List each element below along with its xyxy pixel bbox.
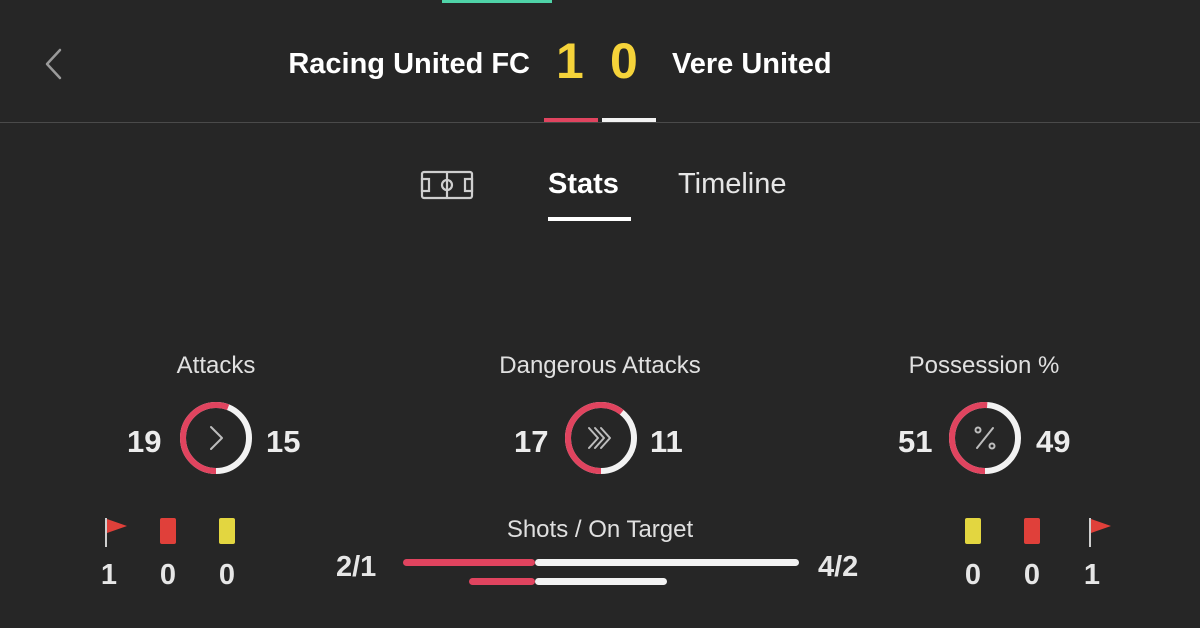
active-tab-indicator — [548, 217, 631, 221]
dangerous-attacks-away-value: 11 — [650, 424, 683, 459]
shots-home-value: 2/1 — [336, 551, 377, 583]
percent-icon — [974, 426, 996, 450]
chevron-left-icon — [45, 48, 62, 80]
tab-stats[interactable]: Stats — [548, 166, 619, 202]
triple-chevron-icon — [588, 427, 611, 449]
home-red-cards-value: 0 — [159, 559, 177, 591]
red-card-icon — [1024, 518, 1040, 544]
possession-ring — [949, 402, 1021, 474]
possession-home-value: 51 — [898, 424, 933, 459]
dangerous-attacks-title: Dangerous Attacks — [499, 352, 701, 379]
yellow-card-icon — [219, 518, 235, 544]
top-accent-bar — [442, 0, 552, 3]
shots-total-away-fill — [535, 559, 799, 566]
attacks-title: Attacks — [176, 352, 256, 379]
shots-total-home-fill — [403, 559, 535, 566]
shots-on-target-away-fill — [535, 578, 667, 585]
shots-title: Shots / On Target — [506, 516, 694, 543]
header-divider — [0, 122, 1200, 123]
dangerous-attacks-home-value: 17 — [514, 424, 549, 459]
corner-flag-icon — [1089, 518, 1111, 547]
possession-away-value: 49 — [1036, 424, 1071, 459]
home-corners-value: 1 — [100, 559, 118, 591]
tab-timeline[interactable]: Timeline — [678, 166, 787, 202]
home-score: 1 — [556, 33, 584, 89]
shots-away-value: 4/2 — [818, 551, 859, 583]
attacks-home-value: 19 — [127, 424, 162, 459]
away-team-name: Vere United — [672, 48, 832, 80]
pitch-icon — [420, 170, 474, 200]
shots-total-bar — [403, 559, 799, 566]
away-corners-value: 1 — [1083, 559, 1101, 591]
possession-title: Possession % — [908, 352, 1060, 379]
corner-flag-icon — [105, 518, 127, 547]
back-button[interactable] — [40, 44, 70, 84]
away-score: 0 — [610, 33, 638, 89]
away-yellow-cards-value: 0 — [964, 559, 982, 591]
red-card-icon — [160, 518, 176, 544]
shots-on-target-bar — [469, 578, 667, 585]
dangerous-attacks-ring — [565, 402, 637, 474]
tab-pitch[interactable] — [420, 170, 474, 205]
home-team-name: Racing United FC — [288, 48, 530, 80]
yellow-card-icon — [965, 518, 981, 544]
attacks-away-value: 15 — [266, 424, 301, 459]
away-red-cards-value: 0 — [1023, 559, 1041, 591]
attacks-ring — [180, 402, 252, 474]
shots-on-target-home-fill — [469, 578, 535, 585]
home-yellow-cards-value: 0 — [218, 559, 236, 591]
chevron-right-icon — [210, 426, 223, 450]
